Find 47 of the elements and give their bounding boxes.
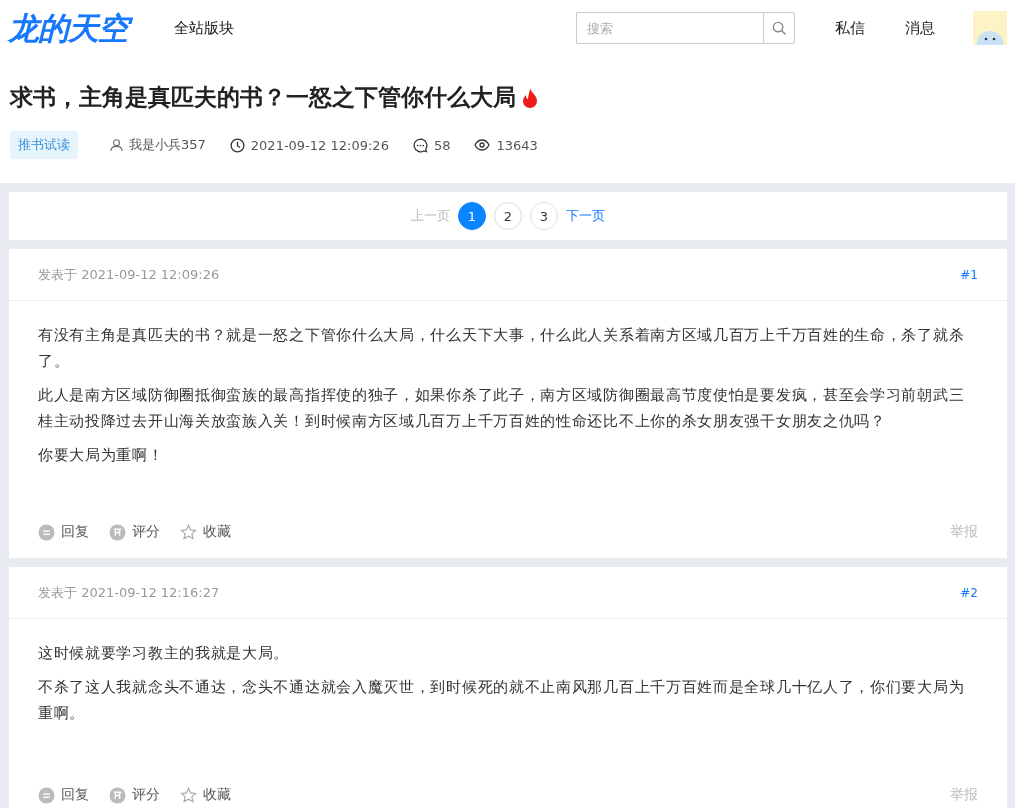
view-count: 13643 — [496, 137, 538, 153]
post-action[interactable]: 评分 — [109, 523, 160, 541]
post-date: 发表于 2021-09-12 12:09:26 — [38, 265, 220, 284]
post-paragraph: 你要大局为重啊！ — [38, 445, 165, 466]
action-label: 回复 — [61, 523, 89, 541]
action-label: 收藏 — [203, 523, 231, 541]
reply-count: 58 — [433, 137, 451, 153]
user-icon — [110, 138, 123, 152]
nav-link[interactable]: 全站版块 — [174, 18, 234, 38]
author-name[interactable]: 我是小兵357 — [129, 136, 206, 154]
action-label: 收藏 — [203, 786, 231, 804]
post-paragraph: 不杀了这人我就念头不通达，念头不通达就会入魔灭世，到时候死的就不止南风那几百上千万百姓而是全球几十亿人了，你们要大局为重啊。 — [38, 677, 966, 724]
eye-icon — [474, 139, 491, 151]
star-icon — [180, 523, 197, 541]
clock-icon — [229, 137, 245, 153]
header-link[interactable]: 私信 — [835, 18, 865, 38]
coin-icon — [109, 523, 126, 541]
header-link[interactable]: 消息 — [905, 18, 935, 38]
star-icon — [180, 786, 197, 804]
page-button[interactable]: 1 — [458, 202, 486, 230]
page-button[interactable]: 3 — [530, 202, 558, 230]
post-action[interactable]: 回复 — [38, 786, 89, 804]
search-field[interactable]: 搜索 — [576, 12, 763, 44]
action-label: 评分 — [132, 786, 160, 804]
post-action[interactable]: 收藏 — [180, 786, 231, 804]
coin-icon — [109, 786, 126, 804]
post-time: 2021-09-12 12:09:26 — [250, 137, 389, 153]
thread-title: 求书，主角是真匹夫的书？一怒之下管你什么大局 — [10, 83, 516, 112]
post-date: 发表于 2021-09-12 12:16:27 — [38, 583, 220, 602]
post-paragraph: 有没有主角是真匹夫的书？就是一怒之下管你什么大局，什么天下大事，什么此人关系着南方区域几百万上千万百姓的生命，杀了就杀了。 — [38, 325, 966, 372]
site-logo[interactable]: 龙的天空 — [8, 6, 136, 50]
post-paragraph: 这时候就要学习教主的我就是大局。 — [38, 643, 291, 664]
post-action[interactable]: 收藏 — [180, 523, 231, 541]
post-action[interactable]: 回复 — [38, 523, 89, 541]
action-label: 回复 — [61, 786, 89, 804]
next-page-link[interactable]: 下一页 — [566, 207, 605, 225]
post-action[interactable]: 评分 — [109, 786, 160, 804]
search-icon — [771, 20, 787, 36]
search-button[interactable] — [763, 12, 795, 44]
page-button[interactable]: 2 — [494, 202, 522, 230]
action-label: 评分 — [132, 523, 160, 541]
floor-link[interactable]: #1 — [960, 267, 978, 282]
chat-bubble-icon — [38, 523, 55, 541]
chat-bubble-icon — [38, 786, 55, 804]
post-paragraph: 此人是南方区域防御圈抵御蛮族的最高指挥使的独子，如果你杀了此子，南方区域防御圈最高节度使怕是要发疯，甚至会学习前朝武三桂主动投降过去开山海关放蛮族入关！到时候南方区域几百万上千万百姓的性命还比不上你的杀女朋友强干女朋友之仇吗？ — [38, 385, 966, 432]
floor-link[interactable]: #2 — [960, 585, 978, 600]
comment-icon — [412, 137, 428, 153]
